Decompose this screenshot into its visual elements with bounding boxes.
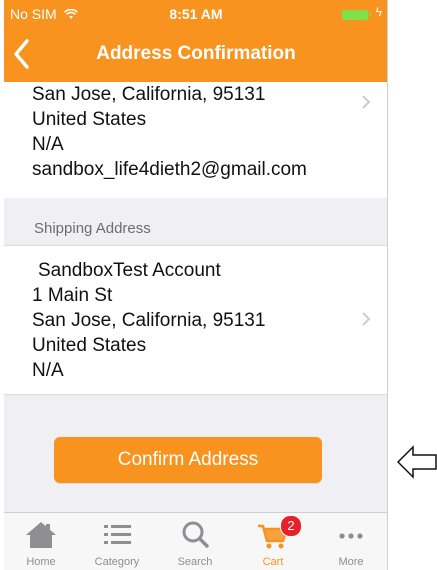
tab-more-label: More (338, 556, 364, 568)
charging-icon: ϟ (375, 5, 382, 19)
more-icon (339, 533, 363, 539)
tab-more[interactable]: More (316, 513, 386, 570)
tab-home-label: Home (26, 556, 56, 568)
tab-cart[interactable]: 2 Cart (238, 513, 308, 570)
shipping-phone-line: N/A (32, 360, 64, 381)
screen-right-border (387, 0, 388, 570)
billing-address-lines: San Jose, California, 95131 United State… (32, 82, 307, 182)
shipping-street-line: 1 Main St (32, 285, 113, 306)
home-icon (26, 522, 56, 548)
search-icon (182, 521, 209, 548)
tab-category[interactable]: Category (82, 513, 152, 570)
chevron-right-icon (362, 312, 371, 326)
confirm-address-button[interactable]: Confirm Address (54, 437, 322, 483)
status-bar: No SIM 8:51 AM ϟ (4, 0, 388, 28)
billing-email-line: sandbox_life4dieth2@gmail.com (32, 159, 307, 180)
shipping-country-line: United States (32, 335, 147, 356)
tab-search-label: Search (177, 556, 213, 568)
shipping-section-header: Shipping Address (34, 220, 151, 237)
navigation-bar: Address Confirmation (4, 28, 388, 82)
tab-cart-label: Cart (262, 556, 284, 568)
phone-screen: No SIM 8:51 AM ϟ Address Confirmation Sa… (4, 0, 388, 570)
tab-category-label: Category (94, 556, 140, 568)
shipping-address-lines: SandboxTest Account 1 Main St San Jose, … (32, 258, 265, 383)
arrow-left-icon (397, 445, 437, 479)
billing-country-line: United States (32, 109, 147, 130)
status-time: 8:51 AM (169, 6, 223, 22)
page-title: Address Confirmation (96, 43, 296, 64)
left-margin (0, 0, 4, 570)
shipping-city-line: San Jose, California, 95131 (32, 310, 266, 331)
tab-home[interactable]: Home (6, 513, 76, 570)
battery-icon (342, 10, 371, 20)
shipping-name-line: SandboxTest Account (38, 260, 221, 281)
list-icon (104, 525, 131, 544)
shipping-address-card[interactable]: SandboxTest Account 1 Main St San Jose, … (4, 245, 388, 395)
tab-search[interactable]: Search (160, 513, 230, 570)
billing-city-line: San Jose, California, 95131 (32, 84, 266, 105)
billing-address-card[interactable]: San Jose, California, 95131 United State… (4, 82, 388, 198)
tab-bar: Home Category Search 2 Cart More (4, 512, 388, 570)
billing-phone-line: N/A (32, 134, 64, 155)
cart-badge: 2 (280, 515, 302, 537)
chevron-right-icon (362, 95, 371, 109)
